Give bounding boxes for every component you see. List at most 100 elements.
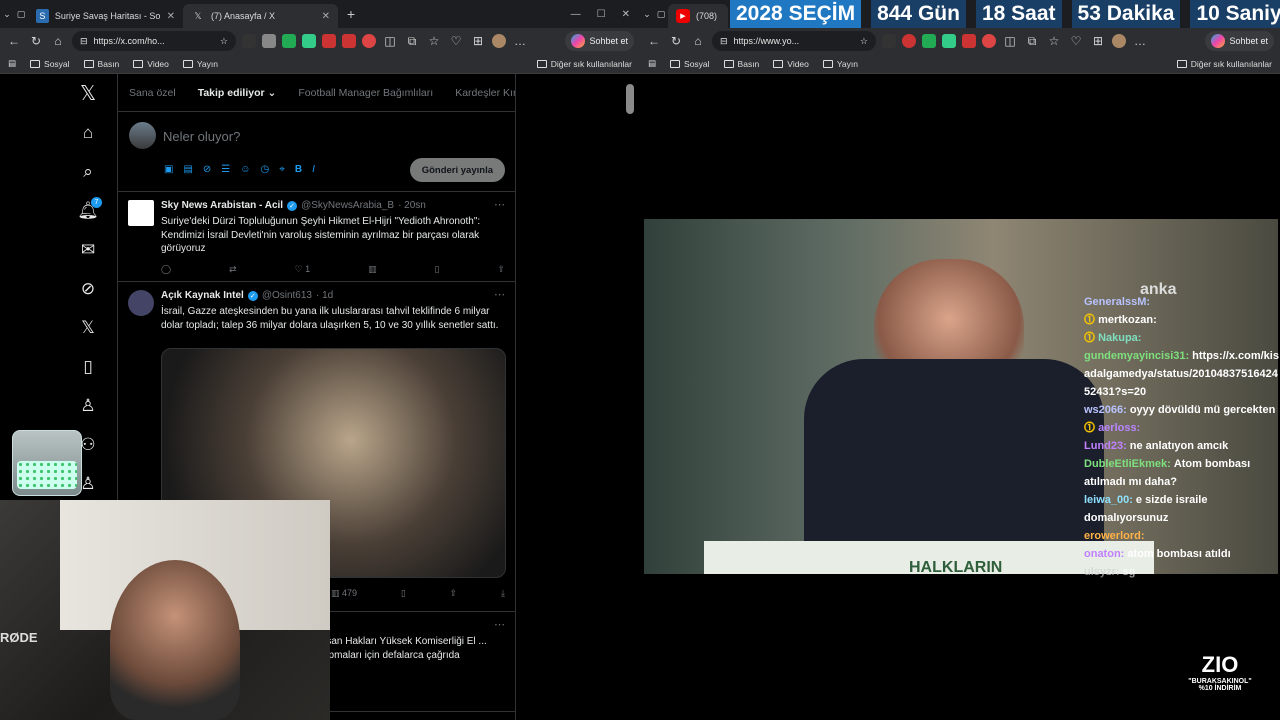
notifications-icon[interactable]: 🔔︎ 7 xyxy=(70,191,106,230)
views-count[interactable]: ▥ 479 xyxy=(331,588,357,599)
bookmark-folder[interactable]: Yayın xyxy=(822,59,858,69)
more-icon[interactable]: ⋯ xyxy=(494,618,505,631)
poll-icon[interactable]: ☰ xyxy=(221,164,230,175)
image-icon[interactable]: ▣ xyxy=(164,164,173,175)
star-icon[interactable]: ☆ xyxy=(220,36,228,47)
compose-input[interactable]: Neler oluyor? xyxy=(163,129,240,144)
author-handle[interactable]: @SkyNewsArabia_B xyxy=(301,200,394,211)
author-name[interactable]: Açık Kaynak Intel xyxy=(161,290,244,301)
bookmarks-icon[interactable]: ▯ xyxy=(70,347,106,386)
views-icon[interactable]: ▥ xyxy=(368,264,377,275)
close-icon[interactable]: ✕ xyxy=(322,11,330,22)
back-icon[interactable]: ← xyxy=(646,33,662,49)
tab-actions-icon[interactable]: ⌄ xyxy=(640,7,654,21)
retweet-icon[interactable]: ⇄ xyxy=(229,264,237,275)
grok-icon[interactable]: ⊘ xyxy=(70,269,106,308)
share-icon[interactable]: ⇪ xyxy=(450,588,458,599)
more-icon[interactable]: … xyxy=(1132,33,1148,49)
extension-icon[interactable] xyxy=(982,34,996,48)
home-icon[interactable]: ⌂ xyxy=(690,33,706,49)
messages-icon[interactable]: ✉ xyxy=(70,230,106,269)
download-icon[interactable]: ⤓ xyxy=(501,588,505,599)
more-icon[interactable]: ⋯ xyxy=(494,288,505,301)
extensions-icon[interactable]: ⧉ xyxy=(1024,33,1040,49)
bookmark-icon[interactable]: ▯ xyxy=(401,588,406,599)
author-handle[interactable]: @Osint613 xyxy=(262,290,312,301)
profile-avatar[interactable] xyxy=(1112,34,1126,48)
tweet[interactable]: Sky News Arabistan - Acil ✓ @SkyNewsArab… xyxy=(118,192,515,282)
extension-icon[interactable] xyxy=(362,34,376,48)
tab-x-home[interactable]: 𝕏 (7) Anasayfa / X ✕ xyxy=(183,4,338,28)
scrollbar[interactable] xyxy=(626,84,634,114)
post-button[interactable]: Gönderi yayınla xyxy=(409,158,505,182)
extension-icon[interactable] xyxy=(882,34,896,48)
extensions-icon[interactable]: ⧉ xyxy=(404,33,420,49)
emoji-icon[interactable]: ☺ xyxy=(240,164,250,175)
profile-avatar[interactable] xyxy=(492,34,506,48)
grok-icon[interactable]: ⊘ xyxy=(203,164,211,175)
browser-essentials-icon[interactable]: ♡ xyxy=(1068,33,1084,49)
tab-list[interactable]: Football Manager Bağımlıları xyxy=(298,87,433,99)
bookmark-folder[interactable]: Yayın xyxy=(182,59,218,69)
location-icon[interactable]: ⌖ xyxy=(279,164,285,175)
bookmark-folder[interactable]: Video xyxy=(773,59,809,69)
star-icon[interactable]: ☆ xyxy=(860,36,868,47)
extension-icon[interactable] xyxy=(962,34,976,48)
url-field[interactable]: ⊟ https://x.com/ho... ☆ xyxy=(72,31,236,51)
extension-icon[interactable] xyxy=(922,34,936,48)
tweet-time[interactable]: · 1d xyxy=(316,290,333,301)
extension-icon[interactable] xyxy=(282,34,296,48)
bookmark-folder[interactable]: Sosyal xyxy=(30,59,70,69)
extension-icon[interactable] xyxy=(342,34,356,48)
tab-following[interactable]: Takip ediliyor ⌄ xyxy=(198,87,277,99)
bold-icon[interactable]: B xyxy=(295,164,302,175)
back-icon[interactable]: ← xyxy=(6,33,22,49)
collections-icon[interactable]: ⊞ xyxy=(470,33,486,49)
split-screen-icon[interactable]: ◫ xyxy=(1002,33,1018,49)
other-bookmarks[interactable]: Diğer sık kullanılanlar xyxy=(536,59,632,69)
more-icon[interactable]: ⋯ xyxy=(494,198,505,211)
extension-icon[interactable] xyxy=(322,34,336,48)
x-logo-icon[interactable]: 𝕏 xyxy=(70,74,106,113)
extension-icon[interactable] xyxy=(302,34,316,48)
split-screen-icon[interactable]: ◫ xyxy=(382,33,398,49)
collections-icon[interactable]: ⊞ xyxy=(1090,33,1106,49)
gif-icon[interactable]: ▤ xyxy=(183,164,192,175)
copilot-button[interactable]: Sohbet et xyxy=(565,31,634,51)
favorites-icon[interactable]: ☆ xyxy=(1046,33,1062,49)
reply-icon[interactable]: ◯ xyxy=(161,264,171,275)
close-icon[interactable]: ✕ xyxy=(167,11,175,22)
jobs-icon[interactable]: ♙ xyxy=(70,386,106,425)
home-icon[interactable]: ⌂ xyxy=(50,33,66,49)
tab-actions-icon[interactable]: ⌄ xyxy=(0,7,14,21)
bookmarks-menu-icon[interactable]: ▤ xyxy=(648,58,656,69)
refresh-icon[interactable]: ↻ xyxy=(668,33,684,49)
bookmark-icon[interactable]: ▯ xyxy=(435,264,440,275)
bookmark-folder[interactable]: Basın xyxy=(723,59,759,69)
browser-essentials-icon[interactable]: ♡ xyxy=(448,33,464,49)
bookmark-folder[interactable]: Sosyal xyxy=(670,59,710,69)
minimize-icon[interactable]: — xyxy=(571,9,581,20)
share-icon[interactable]: ⇪ xyxy=(497,264,505,275)
extension-icon[interactable] xyxy=(262,34,276,48)
favorites-icon[interactable]: ☆ xyxy=(426,33,442,49)
bookmarks-menu-icon[interactable]: ▤ xyxy=(8,58,16,69)
tab-syria-map[interactable]: S Suriye Savaş Haritası - Son Dakika ✕ xyxy=(28,4,183,28)
italic-icon[interactable]: I xyxy=(312,164,315,175)
url-field[interactable]: ⊟ https://www.yo... ☆ xyxy=(712,31,876,51)
bookmark-folder[interactable]: Video xyxy=(133,59,169,69)
extension-icon[interactable] xyxy=(942,34,956,48)
refresh-icon[interactable]: ↻ xyxy=(28,33,44,49)
extension-icon[interactable] xyxy=(902,34,916,48)
workspaces-icon[interactable]: ▢ xyxy=(14,7,28,21)
search-icon[interactable]: ⌕ xyxy=(70,152,106,191)
schedule-icon[interactable]: ◷ xyxy=(260,164,269,175)
copilot-button[interactable]: Sohbet et xyxy=(1205,31,1274,51)
bookmark-folder[interactable]: Basın xyxy=(83,59,119,69)
like-button[interactable]: ♡ 1 xyxy=(295,264,311,275)
new-tab-icon[interactable]: + xyxy=(344,6,358,22)
tab-for-you[interactable]: Sana özel xyxy=(129,87,176,99)
tab-youtube[interactable]: ▶ (708) xyxy=(668,4,728,28)
more-icon[interactable]: … xyxy=(512,33,528,49)
workspaces-icon[interactable]: ▢ xyxy=(654,7,668,21)
